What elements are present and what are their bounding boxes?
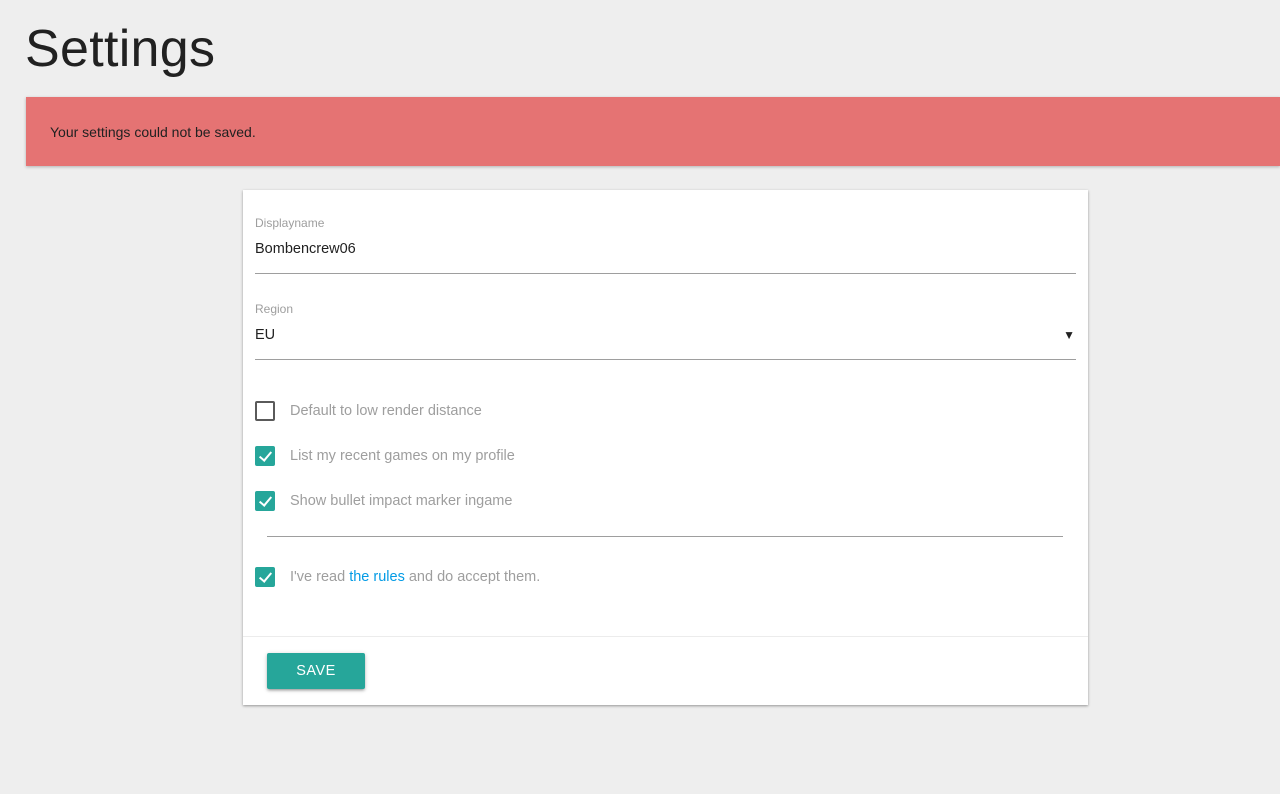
low-render-distance-option[interactable]: Default to low render distance (255, 400, 482, 422)
displayname-field[interactable]: Displayname Bombencrew06 (255, 216, 1076, 274)
card-footer: SAVE (243, 636, 1088, 705)
recent-games-label: List my recent games on my profile (290, 448, 515, 464)
region-selected-value[interactable]: EU (255, 327, 275, 343)
bullet-impact-option[interactable]: Show bullet impact marker ingame (255, 490, 512, 512)
accept-rules-option[interactable]: I've read the rules and do accept them. (255, 566, 540, 588)
error-alert: Your settings could not be saved. (26, 97, 1280, 166)
page-title: Settings (25, 20, 216, 78)
accept-rules-checkbox[interactable] (255, 567, 275, 587)
low-render-distance-label: Default to low render distance (290, 403, 482, 419)
low-render-distance-checkbox[interactable] (255, 401, 275, 421)
recent-games-checkbox[interactable] (255, 446, 275, 466)
accept-rules-prefix: I've read (290, 569, 350, 585)
error-alert-message: Your settings could not be saved. (50, 123, 256, 140)
bullet-impact-checkbox[interactable] (255, 491, 275, 511)
settings-card: Displayname Bombencrew06 Region EU ▼ Def… (243, 190, 1088, 705)
divider (267, 536, 1063, 537)
bullet-impact-label: Show bullet impact marker ingame (290, 493, 513, 509)
accept-rules-suffix: and do accept them. (404, 569, 541, 585)
save-button[interactable]: SAVE (267, 653, 365, 689)
rules-link[interactable]: the rules (349, 569, 405, 585)
region-label: Region (255, 302, 294, 316)
dropdown-caret-icon[interactable]: ▼ (1063, 328, 1075, 342)
accept-rules-label: I've read the rules and do accept them. (290, 569, 540, 585)
displayname-label: Displayname (255, 216, 325, 230)
recent-games-option[interactable]: List my recent games on my profile (255, 445, 515, 467)
displayname-input[interactable]: Bombencrew06 (255, 241, 356, 257)
region-select[interactable]: Region EU ▼ (255, 302, 1076, 360)
